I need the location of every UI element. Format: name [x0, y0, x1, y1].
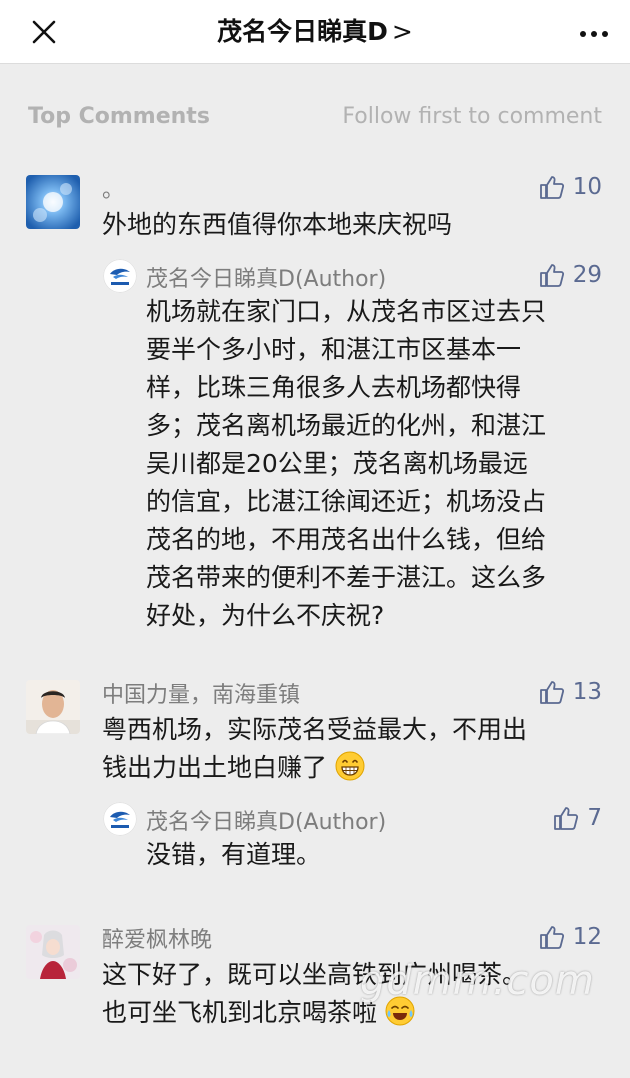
reply-line: 样，比珠三角很多人去机场都快得 [146, 373, 522, 402]
more-icon [580, 31, 608, 37]
reply-line: 吴川都是20公里；茂名离机场最远 [146, 449, 528, 478]
avatar[interactable] [26, 680, 80, 734]
comment-line: 钱出力出土地白赚了 [102, 753, 328, 782]
reply-line: 要半个多小时，和湛江市区基本一 [146, 335, 522, 364]
reply-line: 机场就在家门口，从茂名市区过去只 [146, 297, 547, 326]
top-bar: 茂名今日睇真D > [0, 0, 630, 64]
comment-text: 粤西机场，实际茂名受益最大，不用出 钱出力出土地白赚了 [102, 711, 527, 787]
comment-nickname: 醉爱枫林晚 [102, 928, 213, 953]
reply-nickname: 茂名今日睇真D(Author) [146, 267, 387, 292]
chevron-right-icon: > [391, 17, 413, 46]
comment-line: 外地的东西值得你本地来庆祝吗 [102, 210, 453, 239]
reply-text: 没错，有道理。 [146, 836, 321, 874]
author-avatar[interactable] [103, 802, 137, 836]
grin-emoji-icon [335, 751, 365, 781]
reply-line: 的信宜，比湛江徐闻还近；机场没占 [146, 487, 547, 516]
thumbs-up-icon [539, 176, 564, 199]
like-count: 29 [572, 262, 602, 288]
like-count: 13 [572, 679, 602, 705]
like-count: 7 [587, 805, 602, 831]
thumbs-up-icon [539, 264, 564, 287]
follow-to-comment-link[interactable]: Follow first to comment [342, 104, 602, 129]
comment-nickname: 中国力量，南海重镇 [102, 683, 301, 708]
like-button[interactable]: 13 [539, 675, 602, 709]
like-button[interactable]: 10 [539, 170, 602, 204]
comment-line: 粤西机场，实际茂名受益最大，不用出 [102, 715, 528, 744]
thumbs-up-icon [539, 681, 564, 704]
author-avatar[interactable] [103, 259, 137, 293]
top-comments-label: Top Comments [28, 104, 210, 129]
reply-line: 茂名的地，不用茂名出什么钱，但给 [146, 525, 547, 554]
reply-nickname: 茂名今日睇真D(Author) [146, 810, 387, 835]
reply-line: 茂名带来的便利不差于湛江。这么多 [146, 563, 547, 592]
like-button[interactable]: 7 [553, 801, 602, 835]
reply-text: 机场就在家门口，从茂名市区过去只 要半个多小时，和湛江市区基本一 样，比珠三角很… [146, 293, 546, 635]
comment-nickname: 。 [102, 178, 125, 203]
reply-line: 多；茂名离机场最近的化州，和湛江 [146, 411, 547, 440]
comments-header: Top Comments Follow first to comment [0, 98, 630, 140]
like-count: 10 [572, 174, 602, 200]
comment-line: 也可坐飞机到北京喝茶啦 [102, 998, 378, 1027]
avatar[interactable] [26, 175, 80, 229]
account-title-link[interactable]: 茂名今日睇真D > [0, 12, 630, 52]
thumbs-up-icon [539, 926, 564, 949]
avatar[interactable] [26, 925, 80, 979]
more-button[interactable] [572, 10, 616, 54]
reply-line: 好处，为什么不庆祝? [146, 601, 385, 630]
like-count: 12 [572, 924, 602, 950]
page-title: 茂名今日睇真D [217, 17, 388, 46]
like-button[interactable]: 29 [539, 258, 602, 292]
watermark: gdmm.com [360, 958, 595, 1004]
like-button[interactable]: 12 [539, 920, 602, 954]
thumbs-up-icon [554, 807, 579, 830]
reply-line: 没错，有道理。 [146, 840, 322, 869]
comment-text: 外地的东西值得你本地来庆祝吗 [102, 206, 452, 244]
